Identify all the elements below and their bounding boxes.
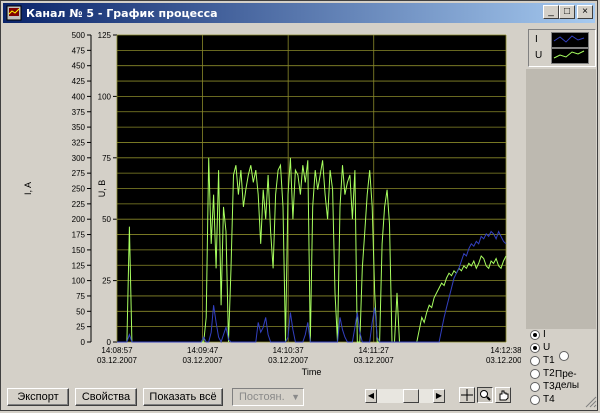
y-left-tick-label: 150: [72, 246, 86, 255]
close-button[interactable]: ×: [577, 5, 593, 19]
x-tick-time: 14:11:27: [358, 346, 389, 355]
radio-u[interactable]: [530, 343, 540, 353]
chevron-down-icon: ▼: [291, 392, 300, 402]
legend-swatch-i[interactable]: [551, 32, 589, 48]
y-left-tick-label: 125: [72, 261, 86, 270]
legend-item-i: I: [535, 32, 593, 48]
y-right-tick-label: 25: [102, 277, 111, 286]
y-left-tick-label: 75: [76, 292, 85, 301]
channel-label-t1: T1: [543, 355, 555, 366]
y-left-tick-label: 475: [72, 46, 86, 55]
x-tick-date: 03.12.2007: [183, 356, 224, 365]
y-left-tick-label: 225: [72, 200, 86, 209]
crosshair-icon: [461, 389, 473, 401]
radio-t1[interactable]: [530, 356, 540, 366]
mode-select-value: Постоян.: [239, 391, 285, 403]
y-left-tick-label: 350: [72, 123, 86, 132]
y-left-tick-label: 500: [72, 31, 86, 40]
y-left-tick-label: 50: [76, 307, 85, 316]
resize-grip-icon[interactable]: [585, 396, 597, 408]
y-left-tick-label: 325: [72, 138, 86, 147]
y-right-tick-label: 50: [102, 215, 111, 224]
process-graph-window: Канал № 5 - График процесса _ □ × 500 475…: [0, 0, 598, 411]
crosshair-tool[interactable]: [459, 387, 475, 403]
scroll-left-icon[interactable]: ◀: [365, 389, 377, 403]
title-bar[interactable]: Канал № 5 - График процесса _ □ ×: [3, 3, 595, 23]
show-all-button[interactable]: Показать всё: [143, 388, 223, 406]
legend-item-u: U: [535, 48, 593, 64]
x-axis-label: Time: [302, 367, 322, 376]
maximize-button[interactable]: □: [559, 5, 575, 19]
scroll-thumb[interactable]: [403, 389, 419, 403]
x-tick-time: 14:10:37: [273, 346, 305, 355]
minimize-button[interactable]: _: [543, 5, 559, 19]
scroll-right-icon[interactable]: ▶: [433, 389, 445, 403]
y-left-tick-label: 200: [72, 215, 86, 224]
legend-label-u: U: [535, 50, 543, 61]
bottom-toolbar: Экспорт Свойства Показать всё Постоян. ▼…: [1, 384, 600, 412]
y-left-tick-label: 400: [72, 92, 86, 101]
channel-option-i[interactable]: I: [530, 329, 570, 342]
chart-svg[interactable]: 5004754504254003753503253002752502252001…: [9, 31, 527, 377]
y-left-tick-label: 425: [72, 77, 86, 86]
y-left-tick-label: 25: [76, 323, 85, 332]
zoom-tool[interactable]: [477, 387, 493, 403]
x-tick-time: 14:09:47: [187, 346, 219, 355]
x-tick-time: 14:12:38: [490, 346, 521, 355]
zoom-icon: [480, 390, 491, 401]
y-right-axis-label: U, В: [97, 180, 107, 198]
y-right-tick-label: 100: [98, 92, 112, 101]
mode-select[interactable]: Постоян. ▼: [232, 388, 304, 406]
y-left-axis-label: I, A: [23, 182, 33, 195]
radio-limits[interactable]: [559, 351, 569, 361]
window-title: Канал № 5 - График процесса: [26, 6, 218, 20]
app-icon: [6, 5, 22, 21]
export-button[interactable]: Экспорт: [7, 388, 69, 406]
y-left-tick-label: 300: [72, 154, 86, 163]
channel-label-t2: T2: [543, 368, 555, 379]
hand-icon: [499, 390, 509, 401]
scroll-track[interactable]: [377, 389, 433, 403]
properties-button[interactable]: Свойства: [75, 388, 137, 406]
y-left-tick-label: 275: [72, 169, 86, 178]
channel-label-u: U: [543, 342, 551, 353]
y-left-tick-label: 375: [72, 108, 86, 117]
side-panel: [526, 69, 596, 329]
legend-label-i: I: [535, 34, 538, 45]
process-chart[interactable]: 500 475 450 425 400 375 350 325 300 275 250 225 200 1…: [9, 31, 527, 377]
x-tick-time: 14:08:57: [101, 346, 133, 355]
x-tick-date: 03.12.2007: [354, 356, 395, 365]
channel-label-i: I: [543, 329, 546, 340]
x-tick-date: 03.12.2007: [97, 356, 138, 365]
x-tick-date: 03.12.2007: [486, 356, 521, 365]
y-left-tick-label: 250: [72, 185, 86, 194]
y-left-tick-label: 0: [81, 338, 86, 347]
y-left-tick-label: 175: [72, 231, 86, 240]
radio-i[interactable]: [530, 330, 540, 340]
y-left-tick-label: 450: [72, 62, 86, 71]
legend-swatch-u[interactable]: [551, 48, 589, 64]
radio-t2[interactable]: [530, 369, 540, 379]
pan-tool[interactable]: [495, 387, 511, 403]
chart-legend: I U: [528, 29, 596, 67]
x-tick-date: 03.12.2007: [268, 356, 309, 365]
y-left-tick-label: 100: [72, 277, 86, 286]
y-right-tick-label: 125: [98, 31, 112, 40]
time-scrollbar[interactable]: ◀ ▶: [365, 389, 445, 403]
y-right-tick-label: 75: [102, 154, 111, 163]
